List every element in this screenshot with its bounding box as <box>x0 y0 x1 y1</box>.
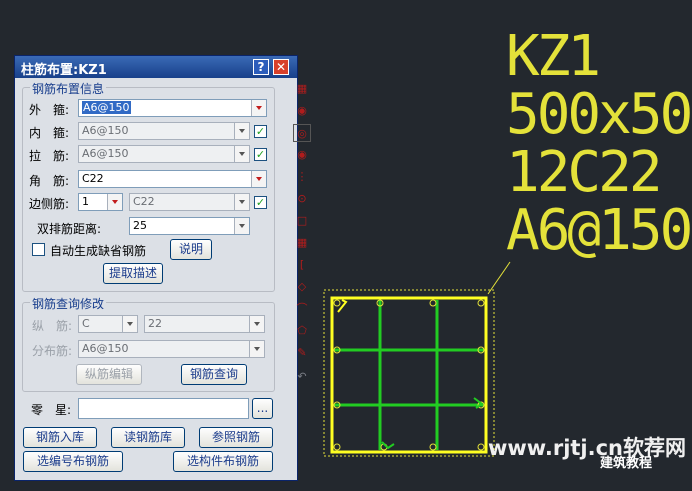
double-row-value: 25 <box>133 219 147 232</box>
chevron-down-icon[interactable] <box>234 123 249 139</box>
polygon-stirrup-icon[interactable]: ⬠ <box>293 322 311 340</box>
corner-bar-value: C22 <box>82 172 104 185</box>
auto-generate-checkbox[interactable] <box>32 243 45 256</box>
inner-stirrup-select[interactable]: A6@150 <box>78 122 250 140</box>
read-library-button[interactable]: 读钢筋库 <box>111 427 185 448</box>
grid-stirrup-icon[interactable]: ▦ <box>293 234 311 252</box>
query-group-legend: 钢筋查询修改 <box>30 295 107 312</box>
distribution-value: A6@150 <box>82 342 129 355</box>
chevron-down-icon[interactable] <box>251 171 266 187</box>
misc-browse-button[interactable]: ... <box>252 398 273 419</box>
chevron-down-icon[interactable] <box>234 218 249 234</box>
section-boundary-dotted <box>323 289 495 457</box>
single-bar-icon[interactable]: ◉ <box>293 102 311 120</box>
rebar-in-button[interactable]: 钢筋入库 <box>23 427 97 448</box>
explain-button[interactable]: 说明 <box>170 239 212 260</box>
info-group: 钢筋布置信息 外 箍: A6@150 内 箍: A6@150 ✓ 拉 筋: A6… <box>22 80 275 292</box>
grid-select-icon[interactable]: ▦ <box>293 80 311 98</box>
extract-description-button[interactable]: 提取描述 <box>103 263 163 284</box>
side-bar-checkbox[interactable]: ✓ <box>254 196 267 209</box>
longitudinal-diameter-select[interactable]: 22 <box>144 315 265 333</box>
circle-bar-icon[interactable]: ◎ <box>293 124 311 142</box>
double-row-select[interactable]: 25 <box>129 217 250 235</box>
title-bar[interactable]: 柱筋布置:KZ1 ? ✕ <box>15 56 297 78</box>
chevron-down-icon[interactable] <box>234 146 249 162</box>
side-bar-count-value: 1 <box>82 195 89 208</box>
window-title: 柱筋布置:KZ1 <box>21 63 107 78</box>
inner-stirrup-checkbox[interactable]: ✓ <box>254 125 267 138</box>
chevron-down-icon[interactable] <box>122 316 137 332</box>
tie-bar-checkbox[interactable]: ✓ <box>254 148 267 161</box>
side-bar-label: 边侧筋: <box>29 197 70 211</box>
chevron-down-icon[interactable] <box>249 341 264 357</box>
chevron-down-icon[interactable] <box>107 194 122 210</box>
query-group: 钢筋查询修改 纵 筋: C 22 分布筋: A6@150 纵筋编辑 钢筋查询 <box>22 295 275 392</box>
chevron-down-icon[interactable] <box>251 100 266 116</box>
info-group-legend: 钢筋布置信息 <box>30 80 107 97</box>
column-rebar-dialog[interactable]: 柱筋布置:KZ1 ? ✕ 钢筋布置信息 外 箍: A6@150 内 箍: A6@… <box>14 55 311 481</box>
distribution-label: 分布筋: <box>32 344 73 358</box>
longitudinal-grade-select[interactable]: C <box>78 315 138 333</box>
corner-bar-label: 角 筋: <box>29 174 70 188</box>
outer-stirrup-select[interactable]: A6@150 <box>78 99 267 117</box>
close-button[interactable]: ✕ <box>273 59 289 75</box>
inner-stirrup-label: 内 箍: <box>29 126 70 140</box>
select-by-component-button[interactable]: 选构件布钢筋 <box>173 451 273 472</box>
chevron-down-icon[interactable] <box>249 316 264 332</box>
undo-icon[interactable]: ↶ <box>293 368 311 386</box>
tie-bar-value: A6@150 <box>82 147 129 160</box>
longitudinal-grade-value: C <box>82 317 90 330</box>
pen-icon[interactable]: ✎ <box>293 344 311 362</box>
edit-longitudinal-button[interactable]: 纵筋编辑 <box>76 364 142 385</box>
stacked-bar-icon[interactable]: ⋮ <box>293 168 311 186</box>
leader-line <box>487 261 511 295</box>
rebar-points <box>333 299 485 451</box>
misc-input[interactable] <box>78 398 249 419</box>
side-bar-select[interactable]: C22 <box>129 193 250 211</box>
diamond-stirrup-icon[interactable]: ◇ <box>293 278 311 296</box>
square-stirrup-icon[interactable]: □ <box>293 212 311 230</box>
outer-stirrup-label: 外 箍: <box>29 103 70 117</box>
double-row-label: 双排筋距离: <box>37 222 102 236</box>
longitudinal-label: 纵 筋: <box>32 319 73 333</box>
reference-rebar-button[interactable]: 参照钢筋 <box>199 427 273 448</box>
longitudinal-diameter-value: 22 <box>148 317 162 330</box>
side-bar-count-select[interactable]: 1 <box>78 193 123 211</box>
chevron-down-icon[interactable] <box>234 194 249 210</box>
help-button[interactable]: ? <box>253 59 269 75</box>
watermark-text: www.rjtj.cn软荐网 <box>488 436 687 460</box>
select-by-number-button[interactable]: 选编号布钢筋 <box>23 451 123 472</box>
arc-stirrup-icon[interactable]: ⌒ <box>293 300 311 318</box>
auto-generate-label: 自动生成缺省钢筋 <box>50 244 147 258</box>
tie-bar-label: 拉 筋: <box>29 149 70 163</box>
outer-stirrup-value: A6@150 <box>82 101 131 114</box>
inner-stirrup-value: A6@150 <box>82 124 129 137</box>
tie-bar-select[interactable]: A6@150 <box>78 145 250 163</box>
misc-label: 零 星: <box>31 403 72 417</box>
point-bar-icon[interactable]: ⊙ <box>293 190 311 208</box>
section-outline <box>330 296 488 454</box>
bracket-stirrup-icon[interactable]: [ <box>293 256 311 274</box>
rebar-grid <box>334 300 484 450</box>
wechat-label: 建筑教程 <box>600 456 653 471</box>
double-bar-icon[interactable]: ◉ <box>293 146 311 164</box>
rebar-query-button[interactable]: 钢筋查询 <box>181 364 247 385</box>
side-bar-value: C22 <box>133 195 155 208</box>
corner-bar-select[interactable]: C22 <box>78 170 267 188</box>
distribution-select[interactable]: A6@150 <box>78 340 265 358</box>
